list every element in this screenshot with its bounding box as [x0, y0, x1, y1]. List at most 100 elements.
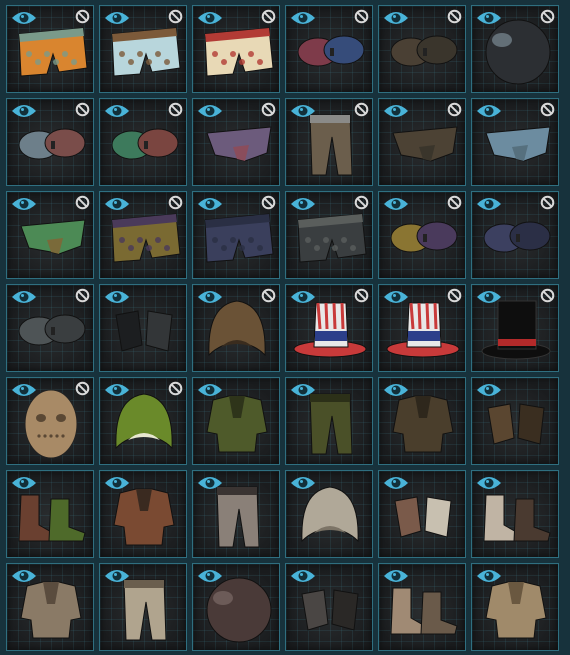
prohibited-icon	[168, 102, 183, 117]
eye-icon[interactable]	[475, 566, 503, 586]
eye-icon[interactable]	[289, 287, 317, 307]
inventory-slot[interactable]	[471, 470, 559, 558]
inventory-slot[interactable]	[192, 98, 280, 186]
eye-icon[interactable]	[103, 8, 131, 28]
eye-icon[interactable]	[475, 380, 503, 400]
prohibited-icon	[75, 195, 90, 210]
eye-icon[interactable]	[382, 380, 410, 400]
inventory-slot[interactable]	[6, 191, 94, 279]
inventory-slot[interactable]	[471, 563, 559, 651]
prohibited-icon	[354, 195, 369, 210]
inventory-slot[interactable]	[99, 563, 187, 651]
eye-icon[interactable]	[475, 101, 503, 121]
inventory-slot[interactable]	[378, 98, 466, 186]
eye-icon[interactable]	[289, 566, 317, 586]
inventory-slot[interactable]	[6, 284, 94, 372]
eye-icon[interactable]	[289, 101, 317, 121]
eye-icon[interactable]	[196, 380, 224, 400]
inventory-slot[interactable]	[378, 191, 466, 279]
inventory-slot[interactable]	[6, 5, 94, 93]
inventory-slot[interactable]	[192, 470, 280, 558]
inventory-slot[interactable]	[378, 377, 466, 465]
inventory-slot[interactable]	[6, 98, 94, 186]
inventory-slot[interactable]	[471, 191, 559, 279]
eye-icon[interactable]	[10, 101, 38, 121]
eye-icon[interactable]	[382, 194, 410, 214]
eye-icon[interactable]	[475, 194, 503, 214]
inventory-slot[interactable]	[378, 563, 466, 651]
inventory-slot[interactable]	[6, 470, 94, 558]
eye-icon[interactable]	[103, 380, 131, 400]
prohibited-icon	[75, 381, 90, 396]
inventory-slot[interactable]	[285, 563, 373, 651]
inventory-slot[interactable]	[285, 284, 373, 372]
inventory-slot[interactable]	[99, 98, 187, 186]
eye-icon[interactable]	[10, 287, 38, 307]
eye-icon[interactable]	[196, 287, 224, 307]
eye-icon[interactable]	[10, 380, 38, 400]
prohibited-icon	[447, 102, 462, 117]
eye-icon[interactable]	[103, 194, 131, 214]
eye-icon[interactable]	[196, 101, 224, 121]
eye-icon[interactable]	[196, 8, 224, 28]
prohibited-icon	[75, 102, 90, 117]
eye-icon[interactable]	[196, 194, 224, 214]
prohibited-icon	[354, 102, 369, 117]
prohibited-icon	[447, 195, 462, 210]
eye-icon[interactable]	[475, 473, 503, 493]
inventory-slot[interactable]	[6, 563, 94, 651]
eye-icon[interactable]	[10, 473, 38, 493]
prohibited-icon	[354, 9, 369, 24]
eye-icon[interactable]	[10, 566, 38, 586]
eye-icon[interactable]	[196, 566, 224, 586]
inventory-slot[interactable]	[192, 191, 280, 279]
inventory-slot[interactable]	[99, 377, 187, 465]
inventory-slot[interactable]	[192, 5, 280, 93]
prohibited-icon	[168, 9, 183, 24]
eye-icon[interactable]	[382, 8, 410, 28]
eye-icon[interactable]	[382, 566, 410, 586]
inventory-slot[interactable]	[192, 563, 280, 651]
eye-icon[interactable]	[289, 380, 317, 400]
eye-icon[interactable]	[382, 101, 410, 121]
inventory-slot[interactable]	[471, 98, 559, 186]
eye-icon[interactable]	[103, 566, 131, 586]
inventory-slot[interactable]	[285, 5, 373, 93]
inventory-slot[interactable]	[471, 5, 559, 93]
eye-icon[interactable]	[103, 101, 131, 121]
inventory-slot[interactable]	[6, 377, 94, 465]
prohibited-icon	[540, 102, 555, 117]
eye-icon[interactable]	[382, 473, 410, 493]
inventory-slot[interactable]	[192, 377, 280, 465]
prohibited-icon	[540, 195, 555, 210]
inventory-slot[interactable]	[99, 191, 187, 279]
eye-icon[interactable]	[289, 194, 317, 214]
eye-icon[interactable]	[103, 473, 131, 493]
eye-icon[interactable]	[10, 194, 38, 214]
inventory-slot[interactable]	[285, 98, 373, 186]
inventory-slot[interactable]	[285, 191, 373, 279]
eye-icon[interactable]	[475, 287, 503, 307]
inventory-slot[interactable]	[378, 284, 466, 372]
prohibited-icon	[540, 288, 555, 303]
eye-icon[interactable]	[382, 287, 410, 307]
eye-icon[interactable]	[10, 8, 38, 28]
inventory-slot[interactable]	[285, 470, 373, 558]
prohibited-icon	[168, 381, 183, 396]
inventory-slot[interactable]	[99, 284, 187, 372]
inventory-slot[interactable]	[378, 5, 466, 93]
prohibited-icon	[75, 9, 90, 24]
inventory-slot[interactable]	[99, 5, 187, 93]
eye-icon[interactable]	[289, 473, 317, 493]
inventory-slot[interactable]	[378, 470, 466, 558]
prohibited-icon	[261, 288, 276, 303]
inventory-slot[interactable]	[285, 377, 373, 465]
eye-icon[interactable]	[103, 287, 131, 307]
inventory-slot[interactable]	[471, 284, 559, 372]
eye-icon[interactable]	[475, 8, 503, 28]
inventory-slot[interactable]	[99, 470, 187, 558]
eye-icon[interactable]	[196, 473, 224, 493]
inventory-slot[interactable]	[192, 284, 280, 372]
eye-icon[interactable]	[289, 8, 317, 28]
inventory-slot[interactable]	[471, 377, 559, 465]
